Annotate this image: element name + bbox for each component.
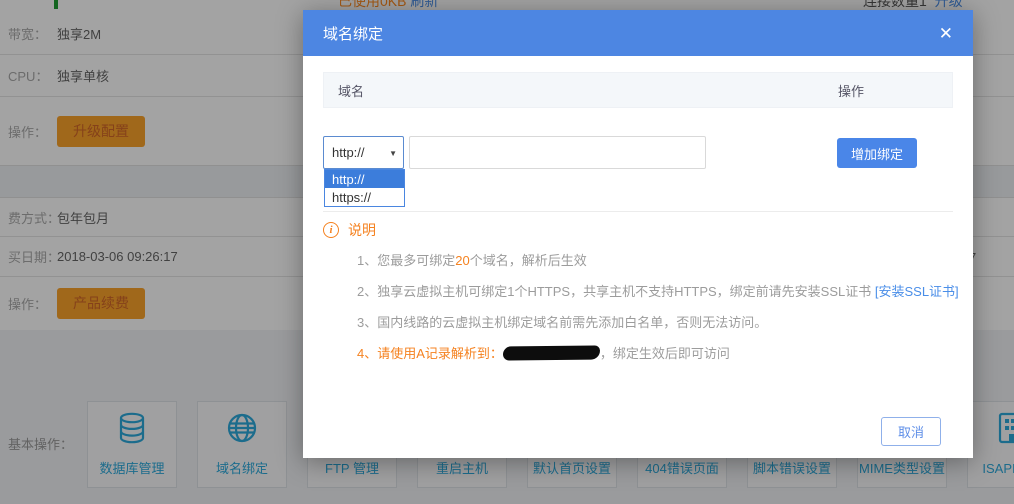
protocol-dropdown-list: http:// https:// [324, 169, 405, 207]
protocol-option-https[interactable]: https:// [325, 188, 404, 206]
add-binding-button[interactable]: 增加绑定 [837, 138, 917, 168]
install-ssl-link[interactable]: [安装SSL证书] [875, 284, 959, 299]
redacted-ip-address [503, 345, 600, 360]
column-domain: 域名 [338, 81, 364, 100]
instruction-item-2: 2、独享云虚拟主机可绑定1个HTTPS，共享主机不支持HTTPS，绑定前请先安装… [357, 281, 953, 300]
cancel-button[interactable]: 取消 [881, 417, 941, 446]
instruction-item-4: 4、请使用A记录解析到：，绑定生效后即可访问 [357, 343, 953, 362]
instruction-item-1: 1、您最多可绑定20个域名，解析后生效 [357, 250, 953, 269]
instructions-list: 1、您最多可绑定20个域名，解析后生效 2、独享云虚拟主机可绑定1个HTTPS，… [357, 250, 953, 362]
domain-input[interactable] [409, 136, 706, 169]
instruction-item-3: 3、国内线路的云虚拟主机绑定域名前需先添加白名单，否则无法访问。 [357, 312, 953, 331]
instructions-title: 说明 [348, 220, 376, 240]
protocol-selected-value: http:// [332, 145, 365, 160]
table-header: 域名 操作 [323, 72, 953, 108]
domain-binding-dialog: 域名绑定 ✕ 域名 操作 http:// ▼ http:// https:// … [303, 10, 973, 458]
close-icon[interactable]: ✕ [939, 25, 953, 42]
dialog-title: 域名绑定 [323, 23, 383, 44]
column-action: 操作 [838, 81, 864, 100]
instructions-header: i 说明 [323, 220, 953, 240]
instructions-section: i 说明 1、您最多可绑定20个域名，解析后生效 2、独享云虚拟主机可绑定1个H… [323, 220, 953, 362]
info-icon: i [323, 222, 339, 238]
dialog-header: 域名绑定 ✕ [303, 10, 973, 56]
chevron-down-icon: ▼ [389, 149, 397, 158]
protocol-select[interactable]: http:// ▼ http:// https:// [323, 136, 404, 169]
section-divider [323, 211, 953, 212]
bind-form-row: http:// ▼ http:// https:// 增加绑定 [323, 136, 953, 169]
max-domains-highlight: 20 [455, 253, 469, 268]
protocol-option-http[interactable]: http:// [325, 170, 404, 188]
dialog-body: 域名 操作 http:// ▼ http:// https:// 增加绑定 i … [303, 56, 973, 362]
